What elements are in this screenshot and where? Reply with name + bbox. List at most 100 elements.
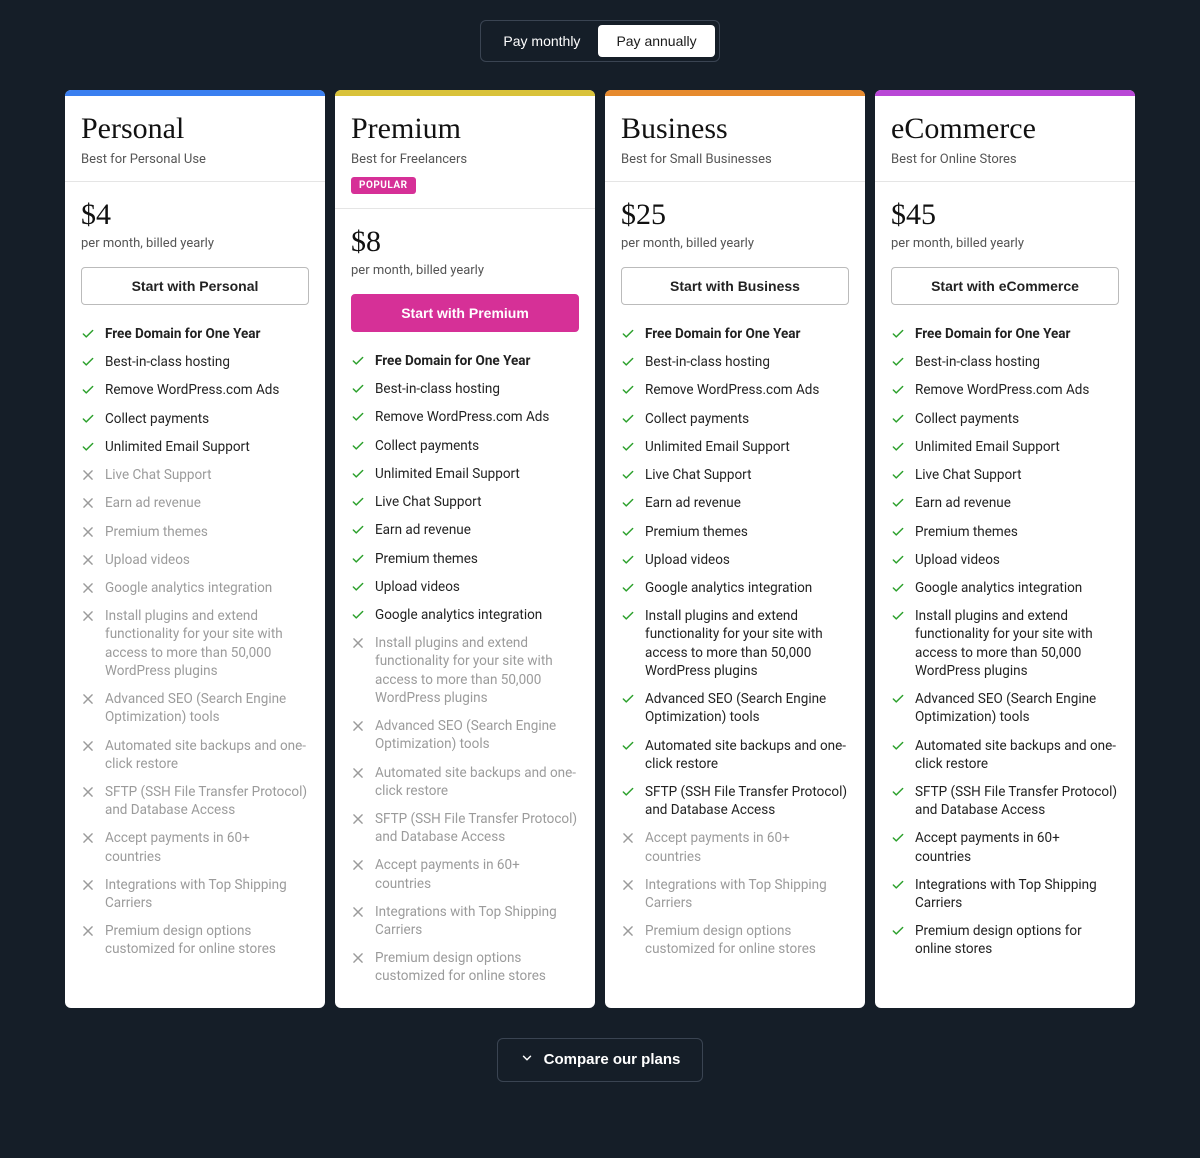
feature-label: Unlimited Email Support (375, 465, 520, 483)
check-icon (891, 355, 905, 369)
check-icon (81, 327, 95, 341)
feature-item: Google analytics integration (81, 579, 309, 597)
cross-icon (81, 581, 95, 595)
feature-label: Premium themes (375, 550, 478, 568)
feature-list: Free Domain for One YearBest-in-class ho… (875, 305, 1135, 981)
feature-item: SFTP (SSH File Transfer Protocol) and Da… (891, 783, 1119, 819)
feature-list: Free Domain for One YearBest-in-class ho… (65, 305, 325, 981)
feature-label: Integrations with Top Shipping Carriers (645, 876, 849, 912)
compare-plans-button[interactable]: Compare our plans (497, 1038, 704, 1082)
feature-label: SFTP (SSH File Transfer Protocol) and Da… (105, 783, 309, 819)
feature-item: Best-in-class hosting (891, 353, 1119, 371)
feature-label: Integrations with Top Shipping Carriers (915, 876, 1119, 912)
check-icon (891, 785, 905, 799)
feature-item: Accept payments in 60+ countries (891, 829, 1119, 865)
plan-price: $8 (351, 225, 579, 259)
feature-item: Integrations with Top Shipping Carriers (891, 876, 1119, 912)
feature-label: Best-in-class hosting (375, 380, 500, 398)
cross-icon (81, 692, 95, 706)
check-icon (351, 552, 365, 566)
plan-price-block: $4per month, billed yearly (65, 182, 325, 251)
feature-item: Automated site backups and one-click res… (351, 764, 579, 800)
check-icon (891, 496, 905, 510)
feature-item: Live Chat Support (81, 466, 309, 484)
compare-plans-label: Compare our plans (544, 1051, 681, 1068)
start-button-premium[interactable]: Start with Premium (351, 294, 579, 332)
feature-label: Premium themes (645, 523, 748, 541)
plan-term: per month, billed yearly (351, 263, 579, 278)
feature-item: Premium themes (891, 523, 1119, 541)
cross-icon (351, 905, 365, 919)
check-icon (81, 412, 95, 426)
feature-label: Advanced SEO (Search Engine Optimization… (915, 690, 1119, 726)
cross-icon (351, 951, 365, 965)
feature-item: Collect payments (621, 410, 849, 428)
feature-item: Install plugins and extend functionality… (621, 607, 849, 680)
check-icon (621, 785, 635, 799)
check-icon (621, 496, 635, 510)
feature-label: Premium design options customized for on… (375, 949, 579, 985)
pay-annually-button[interactable]: Pay annually (598, 25, 714, 57)
feature-label: Advanced SEO (Search Engine Optimization… (645, 690, 849, 726)
feature-label: Collect payments (645, 410, 749, 428)
feature-label: Upload videos (915, 551, 1000, 569)
plan-card-business: BusinessBest for Small Businesses$25per … (605, 90, 865, 1008)
check-icon (621, 525, 635, 539)
cross-icon (621, 878, 635, 892)
plan-header: BusinessBest for Small Businesses (605, 96, 865, 182)
plan-subtitle: Best for Small Businesses (621, 152, 849, 167)
feature-item: Accept payments in 60+ countries (621, 829, 849, 865)
cross-icon (81, 609, 95, 623)
feature-item: Live Chat Support (621, 466, 849, 484)
cross-icon (81, 525, 95, 539)
feature-label: Advanced SEO (Search Engine Optimization… (375, 717, 579, 753)
feature-label: SFTP (SSH File Transfer Protocol) and Da… (645, 783, 849, 819)
plan-price: $4 (81, 198, 309, 232)
feature-label: Integrations with Top Shipping Carriers (105, 876, 309, 912)
plan-price-block: $25per month, billed yearly (605, 182, 865, 251)
check-icon (621, 553, 635, 567)
feature-list: Free Domain for One Year Best-in-class ho… (605, 305, 865, 981)
feature-label: Upload videos (105, 551, 190, 569)
feature-label: Live Chat Support (645, 466, 751, 484)
feature-label: Premium design options customized for on… (645, 922, 849, 958)
feature-item: Premium design options customized for on… (81, 922, 309, 958)
plan-card-ecommerce: eCommerceBest for Online Stores$45per mo… (875, 90, 1135, 1008)
pay-monthly-button[interactable]: Pay monthly (485, 25, 598, 57)
plan-title: Premium (351, 112, 579, 146)
cross-icon (81, 739, 95, 753)
check-icon (351, 439, 365, 453)
feature-item: Install plugins and extend functionality… (81, 607, 309, 680)
start-button-personal[interactable]: Start with Personal (81, 267, 309, 305)
feature-label: Best-in-class hosting (915, 353, 1040, 371)
plan-subtitle: Best for Freelancers (351, 152, 579, 167)
feature-item: Integrations with Top Shipping Carriers (351, 903, 579, 939)
check-icon (351, 354, 365, 368)
check-icon (891, 739, 905, 753)
plan-price: $25 (621, 198, 849, 232)
feature-label: Live Chat Support (375, 493, 481, 511)
feature-item: Earn ad revenue (81, 494, 309, 512)
feature-label: Install plugins and extend functionality… (375, 634, 579, 707)
feature-item: Unlimited Email Support (621, 438, 849, 456)
feature-label: Earn ad revenue (915, 494, 1011, 512)
feature-item: Upload videos (891, 551, 1119, 569)
feature-item: Advanced SEO (Search Engine Optimization… (81, 690, 309, 726)
plan-card-premium: PremiumBest for FreelancersPOPULAR$8per … (335, 90, 595, 1008)
check-icon (81, 383, 95, 397)
feature-item: Advanced SEO (Search Engine Optimization… (891, 690, 1119, 726)
feature-label: Free Domain for One Year (645, 325, 800, 343)
start-button-ecommerce[interactable]: Start with eCommerce (891, 267, 1119, 305)
check-icon (351, 495, 365, 509)
plan-title: eCommerce (891, 112, 1119, 146)
feature-item: Accept payments in 60+ countries (351, 856, 579, 892)
feature-label: Upload videos (375, 578, 460, 596)
feature-label: Accept payments in 60+ countries (645, 829, 849, 865)
start-button-business[interactable]: Start with Business (621, 267, 849, 305)
check-icon (891, 383, 905, 397)
feature-item: Best-in-class hosting (621, 353, 849, 371)
chevron-down-icon (520, 1051, 534, 1069)
cross-icon (81, 878, 95, 892)
feature-item: Integrations with Top Shipping Carriers (621, 876, 849, 912)
plan-price: $45 (891, 198, 1119, 232)
